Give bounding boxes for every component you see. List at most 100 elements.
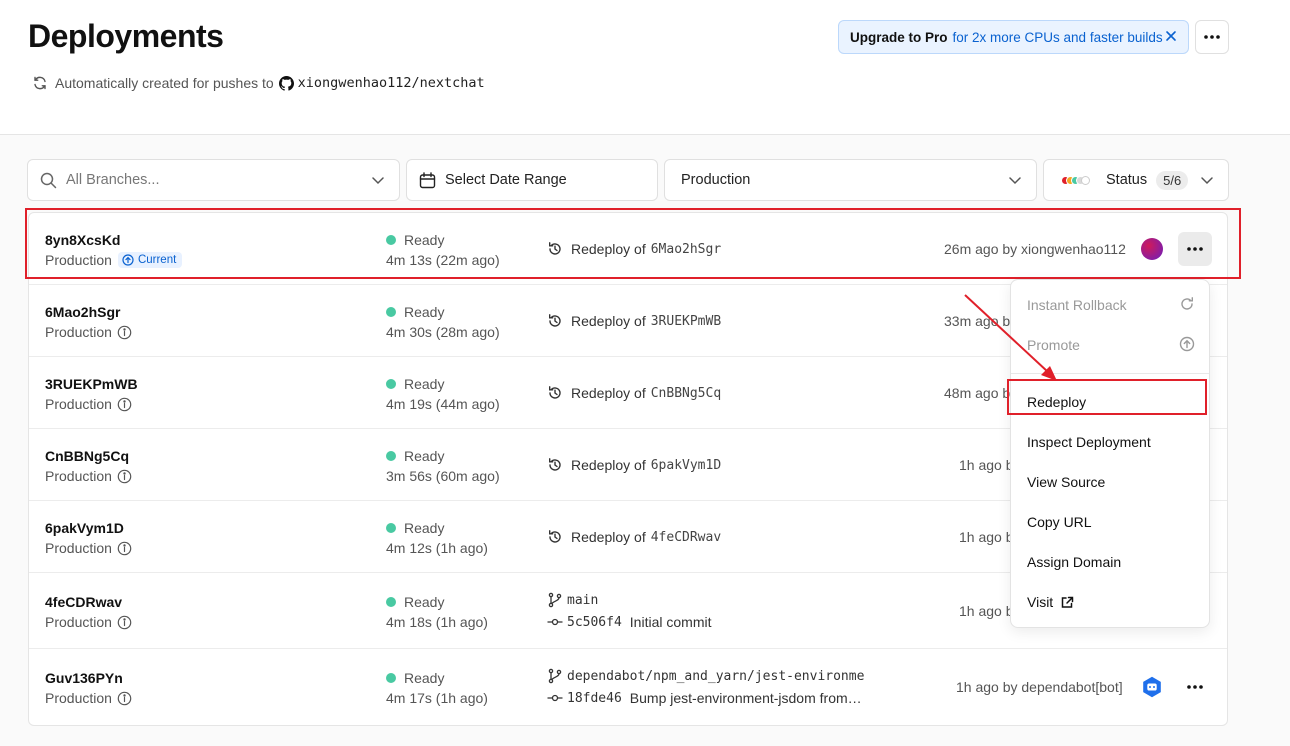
- rollback-icon: [549, 242, 561, 255]
- page-header: Deployments Automatically created for pu…: [0, 0, 1290, 135]
- deployment-duration: 4m 19s (44m ago): [386, 396, 500, 412]
- branch-name[interactable]: dependabot/npm_and_yarn/jest-environme: [567, 669, 864, 684]
- table-row[interactable]: 8yn8XcsKd Production Current Ready 4m 13…: [29, 213, 1227, 285]
- github-icon: [278, 75, 294, 91]
- status-dot: [386, 673, 396, 683]
- calendar-icon: [419, 172, 436, 189]
- deployment-id[interactable]: 6Mao2hSgr: [45, 304, 120, 320]
- status-text: Ready: [404, 448, 445, 464]
- date-range-filter[interactable]: Select Date Range: [406, 159, 658, 201]
- repo-link[interactable]: xiongwenhao112/nextchat: [298, 75, 485, 91]
- deployment-branch[interactable]: dependabot/npm_and_yarn/jest-environme: [547, 668, 873, 684]
- bot-avatar: [1141, 676, 1163, 698]
- info-icon[interactable]: [117, 615, 132, 630]
- deployment-time: 33m ago b: [944, 313, 1011, 329]
- deployment-status: Ready: [386, 376, 444, 392]
- row-more-button[interactable]: [1178, 232, 1212, 266]
- info-icon[interactable]: [117, 469, 132, 484]
- git-branch-icon: [548, 668, 562, 684]
- environment-label: Production: [681, 172, 751, 188]
- status-filter[interactable]: Status 5/6: [1043, 159, 1229, 201]
- status-color-dot: [1081, 176, 1090, 185]
- deployment-id[interactable]: 3RUEKPmWB: [45, 376, 138, 392]
- deployment-time: 1h ago b: [959, 603, 1014, 619]
- deployment-id[interactable]: Guv136PYn: [45, 670, 123, 686]
- deployment-environment: Production: [45, 614, 132, 630]
- deployment-id[interactable]: 4feCDRwav: [45, 594, 122, 610]
- menu-item-view-source[interactable]: View Source: [1027, 474, 1105, 490]
- status-dots-icon: [1061, 176, 1090, 185]
- deployment-status: Ready: [386, 448, 444, 464]
- git-commit-icon: [547, 694, 563, 702]
- page-title: Deployments: [28, 18, 224, 54]
- source-ref[interactable]: 6Mao2hSgr: [651, 242, 721, 257]
- menu-item-redeploy[interactable]: Redeploy: [1027, 394, 1086, 410]
- current-badge: Current: [117, 252, 183, 268]
- source-ref[interactable]: 6pakVym1D: [651, 458, 721, 473]
- menu-item-copy-url[interactable]: Copy URL: [1027, 514, 1092, 530]
- upgrade-banner-text[interactable]: for 2x more CPUs and faster builds: [953, 30, 1163, 45]
- info-icon[interactable]: [117, 691, 132, 706]
- rollback-icon: [549, 530, 561, 543]
- deployment-environment: Production: [45, 396, 132, 412]
- info-icon[interactable]: [117, 397, 132, 412]
- source-prefix: Redeploy of: [571, 385, 646, 401]
- chevron-down-icon: [1009, 177, 1021, 185]
- menu-item-promote[interactable]: Promote: [1027, 337, 1080, 353]
- menu-item-inspect-deployment[interactable]: Inspect Deployment: [1027, 434, 1151, 450]
- deployment-duration: 4m 18s (1h ago): [386, 614, 488, 630]
- environment-text: Production: [45, 614, 112, 630]
- source-ref[interactable]: 4feCDRwav: [651, 530, 721, 545]
- menu-separator: [1011, 373, 1209, 374]
- deployment-id[interactable]: CnBBNg5Cq: [45, 448, 129, 464]
- source-ref[interactable]: CnBBNg5Cq: [651, 386, 721, 401]
- more-options-button[interactable]: [1195, 20, 1229, 54]
- status-dot: [386, 597, 396, 607]
- deployment-environment: Production: [45, 468, 132, 484]
- deployment-status: Ready: [386, 670, 444, 686]
- commit-hash[interactable]: 18fde46: [567, 691, 622, 706]
- deployment-status: Ready: [386, 232, 444, 248]
- menu-item-instant-rollback[interactable]: Instant Rollback: [1027, 297, 1195, 313]
- deployment-environment: Production: [45, 540, 132, 556]
- commit-message: Initial commit: [629, 614, 712, 630]
- menu-item-assign-domain[interactable]: Assign Domain: [1027, 554, 1121, 570]
- deployment-status: Ready: [386, 520, 444, 536]
- commit-hash[interactable]: 5c506f4: [567, 615, 622, 630]
- arrow-up-circle-icon: [122, 254, 134, 266]
- close-icon[interactable]: [1164, 29, 1178, 43]
- deployment-context-menu: Instant Rollback Promote Redeploy Inspec…: [1010, 279, 1210, 628]
- chevron-down-icon: [372, 177, 384, 185]
- branch-search-input[interactable]: [66, 172, 346, 188]
- deployment-id[interactable]: 6pakVym1D: [45, 520, 124, 536]
- deployment-time: 1h ago b: [959, 457, 1014, 473]
- source-prefix: Redeploy of: [571, 529, 646, 545]
- ellipsis-icon: [1187, 247, 1203, 251]
- arrow-up-circle-icon: [1179, 336, 1195, 352]
- info-icon[interactable]: [117, 325, 132, 340]
- environment-filter[interactable]: Production: [664, 159, 1037, 201]
- row-more-button[interactable]: [1178, 670, 1212, 704]
- status-text: Ready: [404, 232, 445, 248]
- deployment-branch[interactable]: main: [547, 592, 598, 608]
- upgrade-banner[interactable]: Upgrade to Pro for 2x more CPUs and fast…: [838, 20, 1189, 54]
- upgrade-banner-strong[interactable]: Upgrade to Pro: [850, 30, 948, 45]
- status-dot: [386, 523, 396, 533]
- menu-item-label: Instant Rollback: [1027, 297, 1127, 313]
- menu-item-visit[interactable]: Visit: [1027, 594, 1074, 610]
- deployment-id[interactable]: 8yn8XcsKd: [45, 232, 120, 248]
- status-text: Ready: [404, 670, 445, 686]
- deployment-source: Redeploy of CnBBNg5Cq: [547, 385, 721, 401]
- branch-filter[interactable]: [27, 159, 400, 201]
- info-icon[interactable]: [117, 541, 132, 556]
- source-ref[interactable]: 3RUEKPmWB: [651, 314, 721, 329]
- deployment-commit[interactable]: 18fde46 Bump jest-environment-jsdom from…: [547, 690, 877, 706]
- date-range-label: Select Date Range: [445, 172, 567, 188]
- deployment-source: Redeploy of 4feCDRwav: [547, 529, 721, 545]
- table-row[interactable]: Guv136PYn Production Ready 4m 17s (1h ag…: [29, 649, 1227, 725]
- deployment-commit[interactable]: 5c506f4 Initial commit: [547, 614, 711, 630]
- menu-item-label: Redeploy: [1027, 394, 1087, 410]
- deployment-environment: Production: [45, 690, 132, 706]
- branch-name[interactable]: main: [567, 593, 598, 608]
- current-badge-text: Current: [137, 254, 177, 266]
